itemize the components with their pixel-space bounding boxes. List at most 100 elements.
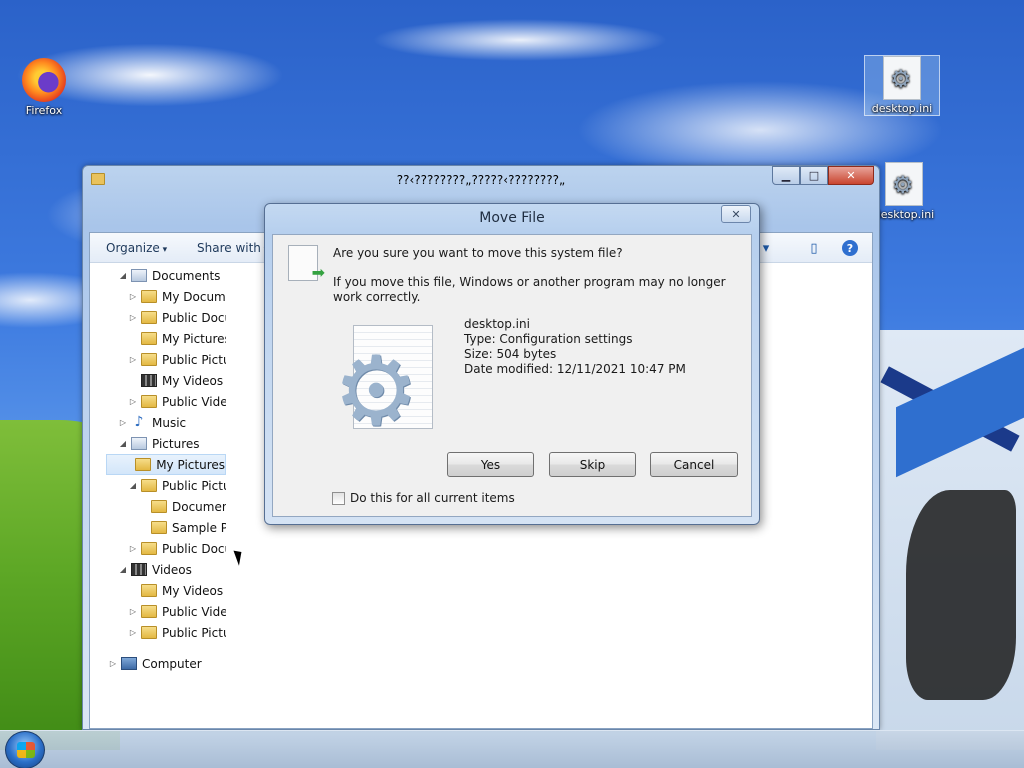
collapsed-arrow-icon[interactable]: ▷ — [118, 418, 128, 427]
tree-item-label: My Pictures — [156, 457, 225, 472]
file-type: Type: Configuration settings — [464, 332, 633, 346]
computer-icon — [121, 657, 137, 670]
move-file-dialog: Move File ✕ Are you sure you want to mov… — [264, 203, 760, 525]
yes-button[interactable]: Yes — [447, 452, 534, 477]
folder-icon — [151, 500, 167, 513]
tree-item[interactable]: ▷ ♪ Music — [118, 412, 186, 433]
tree-item[interactable]: My Pictures — [128, 328, 226, 349]
tree-item[interactable]: Documents — [138, 496, 226, 517]
folder-icon — [141, 479, 157, 492]
settings-file-icon: ⚙ — [333, 321, 437, 439]
tree-item-label: Videos — [152, 562, 192, 577]
preview-pane-icon[interactable]: ▯ — [804, 238, 824, 258]
tree-item[interactable]: My Videos — [128, 580, 223, 601]
tree-item-label: Public Pictures — [162, 478, 226, 493]
move-file-icon — [288, 245, 325, 282]
expanded-arrow-icon[interactable]: ◢ — [118, 439, 128, 448]
tree-item[interactable]: My Videos — [128, 370, 223, 391]
collapsed-arrow-icon[interactable]: ▷ — [128, 397, 138, 406]
checkbox-box[interactable] — [332, 491, 345, 505]
expanded-arrow-icon[interactable]: ◢ — [118, 271, 128, 280]
firefox-icon — [22, 58, 66, 102]
help-icon[interactable]: ? — [842, 240, 858, 256]
tree-item[interactable]: ▷ Public Videos — [128, 391, 226, 412]
folder-icon — [141, 332, 157, 345]
folder-icon — [141, 584, 157, 597]
desktop-icon-desktop-ini[interactable]: desktop.ini — [864, 55, 940, 116]
folder-icon — [141, 353, 157, 366]
tree-item[interactable]: ◢ Videos — [118, 559, 192, 580]
tree-item-label: Public Videos — [162, 394, 226, 409]
folder-icon — [141, 395, 157, 408]
tree-item[interactable]: ▷ Public Videos — [128, 601, 226, 622]
tree-item-label: Public Pictures — [162, 352, 226, 367]
library-icon — [131, 437, 147, 450]
tree-item[interactable]: ▷ My Documents — [128, 286, 226, 307]
tree-item[interactable]: ◢ Public Pictures — [128, 475, 226, 496]
file-size: Size: 504 bytes — [464, 347, 557, 361]
collapsed-arrow-icon[interactable]: ▷ — [128, 628, 138, 637]
tree-item[interactable]: ◢ Pictures — [118, 433, 200, 454]
tree-item-label: My Videos — [162, 373, 224, 388]
cancel-button[interactable]: Cancel — [650, 452, 738, 477]
dialog-close-button[interactable]: ✕ — [721, 205, 751, 223]
tree-item[interactable]: ◢ Documents — [118, 265, 221, 286]
library-icon — [131, 269, 147, 282]
folder-icon — [141, 290, 157, 303]
tree-item-label: My Documents — [162, 289, 226, 304]
explorer-title: ??‹????????„?????‹????????„ — [396, 173, 566, 187]
tree-item[interactable]: Sample Pictures — [138, 517, 226, 538]
collapsed-arrow-icon[interactable]: ▷ — [108, 659, 118, 668]
desktop-icon-firefox[interactable]: Firefox — [6, 58, 82, 117]
minimize-button[interactable]: ▁ — [772, 166, 800, 185]
collapsed-arrow-icon[interactable]: ▷ — [128, 313, 138, 322]
tree-item-label: My Videos — [162, 583, 224, 598]
video-folder-icon — [141, 374, 157, 387]
folder-icon — [135, 458, 152, 471]
tree-item[interactable]: ▷ Public Documents — [128, 538, 226, 559]
maximize-button[interactable]: □ — [800, 166, 828, 185]
checkbox-label: Do this for all current items — [350, 491, 515, 505]
close-button[interactable]: ✕ — [828, 166, 874, 185]
tree-item[interactable]: ▷ Public Pictures — [128, 622, 226, 643]
tree-item[interactable]: ▷ Public Pictures — [128, 349, 226, 370]
folder-icon — [141, 542, 157, 555]
music-icon: ♪ — [134, 414, 144, 430]
desktop-icon-label: Firefox — [25, 104, 63, 117]
dialog-warning: If you move this file, Windows or anothe… — [333, 275, 726, 304]
share-with-menu[interactable]: Share with — [197, 241, 268, 255]
explorer-titlebar[interactable]: ??‹????????„?????‹????????„ ▁ □ ✕ — [83, 166, 879, 196]
tree-item-label: Sample Pictures — [172, 520, 226, 535]
tree-item[interactable]: My Pictures — [106, 454, 226, 475]
tree-item-label: Pictures — [152, 436, 200, 451]
caption-buttons: ▁ □ ✕ — [772, 166, 874, 185]
tree-item-label: Public Documents — [162, 541, 226, 556]
collapsed-arrow-icon[interactable]: ▷ — [128, 355, 138, 364]
collapsed-arrow-icon[interactable]: ▷ — [128, 607, 138, 616]
background-artifact — [876, 330, 1024, 750]
collapsed-arrow-icon[interactable]: ▷ — [128, 292, 138, 301]
file-details: desktop.ini Type: Configuration settings… — [464, 317, 686, 377]
tree-item-label: Public Videos — [162, 604, 226, 619]
skip-button[interactable]: Skip — [549, 452, 636, 477]
expanded-arrow-icon[interactable]: ◢ — [118, 565, 128, 574]
tree-item[interactable]: ▷ Public Documents — [128, 307, 226, 328]
tree-item-label: Public Documents — [162, 310, 226, 325]
tree-item-label: Public Pictures — [162, 625, 226, 640]
settings-file-icon — [885, 162, 923, 206]
navigation-tree: ◢ Documents ▷ My Documents ▷ Public Documents… — [90, 263, 226, 728]
apply-to-all-checkbox[interactable]: Do this for all current items — [332, 491, 515, 505]
maximize-icon: □ — [808, 169, 820, 182]
collapsed-arrow-icon[interactable]: ▷ — [128, 544, 138, 553]
folder-icon — [141, 626, 157, 639]
folder-icon — [151, 521, 167, 534]
dialog-question: Are you sure you want to move this syste… — [333, 246, 623, 260]
minimize-icon: ▁ — [781, 169, 791, 182]
tree-item-label: Music — [152, 415, 187, 430]
start-button[interactable] — [5, 731, 45, 768]
desktop-icon-label: desktop.ini — [871, 102, 933, 115]
settings-file-icon — [883, 56, 921, 100]
expanded-arrow-icon[interactable]: ◢ — [128, 481, 138, 490]
organize-menu[interactable]: Organize — [106, 241, 167, 255]
tree-item[interactable]: ▷ Computer — [108, 653, 202, 674]
